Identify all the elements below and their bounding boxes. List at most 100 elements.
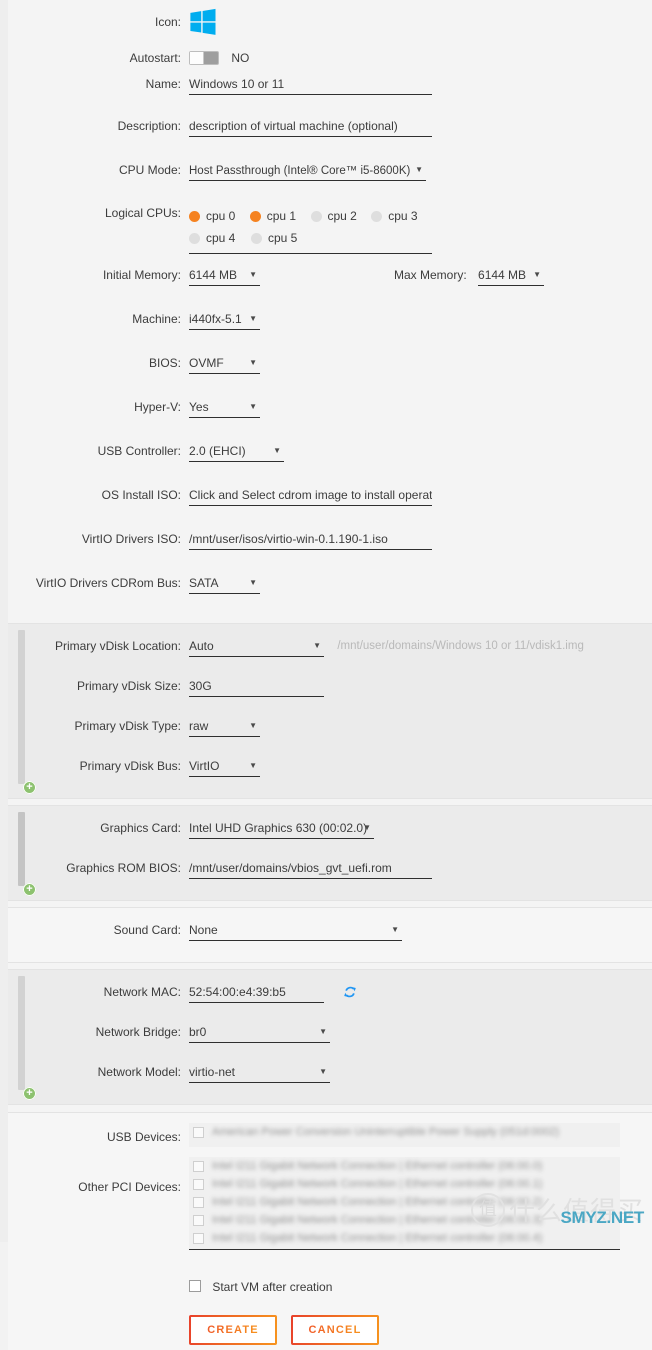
virtio-cdrom-bus-select[interactable]: SATA ▼ xyxy=(189,575,260,594)
vdisk-type-label: Primary vDisk Type: xyxy=(74,719,181,733)
list-item[interactable]: Intel I211 Gigabit Network Connection | … xyxy=(189,1175,620,1193)
cpu-option-5[interactable]: cpu 5 xyxy=(251,231,313,245)
vdisk-size-input[interactable]: 30G xyxy=(189,678,324,697)
graphics-rom-bios-input[interactable]: /mnt/user/domains/vbios_gvt_uefi.rom xyxy=(189,860,432,879)
list-item[interactable]: American Power Conversion Uninterruptibl… xyxy=(189,1123,620,1141)
refresh-icon-svg xyxy=(344,986,357,998)
vdisk-type-select[interactable]: raw ▼ xyxy=(189,718,260,737)
row-virtio-iso: VirtIO Drivers ISO: /mnt/user/isos/virti… xyxy=(8,527,652,571)
button-bar: CREATE CANCEL xyxy=(189,1315,652,1345)
cpu-label: cpu 1 xyxy=(266,209,297,223)
radio-icon xyxy=(251,232,262,244)
virtio-cdrom-bus-value: SATA xyxy=(189,576,219,590)
row-bios: BIOS: OVMF ▼ xyxy=(8,351,652,395)
sound-card-label: Sound Card: xyxy=(113,923,181,937)
pci-device-text: Intel I211 Gigabit Network Connection | … xyxy=(212,1232,543,1244)
description-field: description of virtual machine (optional… xyxy=(189,118,652,137)
chevron-down-icon: ▼ xyxy=(391,925,399,934)
other-pci-devices-listbox[interactable]: Intel I211 Gigabit Network Connection | … xyxy=(189,1157,620,1249)
vdisk-bus-label: Primary vDisk Bus: xyxy=(79,759,181,773)
network-model-select[interactable]: virtio-net ▼ xyxy=(189,1064,330,1083)
other-pci-devices-label: Other PCI Devices: xyxy=(78,1180,181,1194)
icon-label: Icon: xyxy=(154,15,181,29)
sound-panel: Sound Card: None ▼ xyxy=(8,907,652,963)
other-pci-devices-panel: Other PCI Devices: Intel I211 Gigabit Ne… xyxy=(8,1151,652,1250)
autostart-state: NO xyxy=(231,51,250,66)
description-input[interactable]: description of virtual machine (optional… xyxy=(189,118,432,137)
vdisk-location-value: Auto xyxy=(189,639,214,653)
usb-controller-label: USB Controller: xyxy=(97,444,181,458)
list-item[interactable]: Intel I211 Gigabit Network Connection | … xyxy=(189,1229,620,1247)
machine-select[interactable]: i440fx-5.1 ▼ xyxy=(189,311,260,330)
vdisk-bus-select[interactable]: VirtIO ▼ xyxy=(189,758,260,777)
row-graphics-rom-bios: Graphics ROM BIOS: /mnt/user/domains/vbi… xyxy=(8,860,652,888)
bios-field: OVMF ▼ xyxy=(189,355,652,374)
max-memory-select[interactable]: 6144 MB ▼ xyxy=(478,267,545,286)
usb-devices-panel: USB Devices: American Power Conversion U… xyxy=(8,1112,652,1151)
pci-device-text: Intel I211 Gigabit Network Connection | … xyxy=(212,1214,543,1226)
virtio-iso-label: VirtIO Drivers ISO: xyxy=(81,532,181,546)
windows-logo-icon[interactable] xyxy=(189,8,652,36)
hyperv-select[interactable]: Yes ▼ xyxy=(189,399,260,418)
autostart-label: Autostart: xyxy=(129,51,181,65)
row-cpu-mode: CPU Mode: Host Passthrough (Intel® Core™… xyxy=(8,158,652,202)
start-vm-checkbox[interactable] xyxy=(189,1280,201,1293)
cpu-option-4[interactable]: cpu 4 xyxy=(189,231,251,245)
cpu-option-1[interactable]: cpu 1 xyxy=(249,209,311,223)
checkbox-icon[interactable] xyxy=(193,1126,204,1138)
name-value: Windows 10 or 11 xyxy=(189,77,285,91)
create-button[interactable]: CREATE xyxy=(189,1315,277,1345)
row-vdisk-location: Primary vDisk Location: Auto ▼ /mnt/user… xyxy=(8,638,652,678)
hyperv-label: Hyper-V: xyxy=(134,400,181,414)
cpu-option-2[interactable]: cpu 2 xyxy=(310,209,372,223)
row-start-vm: Start VM after creation xyxy=(8,1272,652,1300)
bios-select[interactable]: OVMF ▼ xyxy=(189,355,260,374)
autostart-toggle[interactable] xyxy=(189,51,219,66)
usb-controller-select[interactable]: 2.0 (EHCI) ▼ xyxy=(189,443,284,462)
os-install-iso-input[interactable]: Click and Select cdrom image to install … xyxy=(189,487,432,506)
cpu-option-0[interactable]: cpu 0 xyxy=(189,209,250,223)
chevron-down-icon: ▼ xyxy=(249,402,257,411)
cancel-button[interactable]: CANCEL xyxy=(291,1315,379,1345)
row-autostart: Autostart: NO xyxy=(8,44,652,72)
graphics-panel: + Graphics Card: Intel UHD Graphics 630 … xyxy=(8,805,652,901)
network-bridge-select[interactable]: br0 ▼ xyxy=(189,1024,330,1043)
cpu-mode-label: CPU Mode: xyxy=(118,163,181,177)
chevron-down-icon: ▼ xyxy=(249,358,257,367)
buttons-field: CREATE CANCEL xyxy=(189,1315,652,1345)
name-input[interactable]: Windows 10 or 11 xyxy=(189,76,432,95)
sound-card-select[interactable]: None ▼ xyxy=(189,922,402,941)
machine-value: i440fx-5.1 xyxy=(189,312,242,326)
checkbox-icon[interactable] xyxy=(193,1178,204,1190)
list-item[interactable]: Intel I211 Gigabit Network Connection | … xyxy=(189,1211,620,1229)
checkbox-icon[interactable] xyxy=(193,1196,204,1208)
radio-icon xyxy=(371,210,383,222)
chevron-down-icon: ▼ xyxy=(249,761,257,770)
chevron-down-icon: ▼ xyxy=(249,721,257,730)
virtio-iso-field: /mnt/user/isos/virtio-win-0.1.190-1.iso xyxy=(189,531,652,550)
list-item[interactable]: Intel I211 Gigabit Network Connection | … xyxy=(189,1193,620,1211)
vdisk-location-label: Primary vDisk Location: xyxy=(54,639,181,653)
list-item[interactable]: Intel I211 Gigabit Network Connection | … xyxy=(189,1157,620,1175)
cpu-option-3[interactable]: cpu 3 xyxy=(371,209,432,223)
virtio-cdrom-bus-field: SATA ▼ xyxy=(189,575,652,594)
initial-memory-select[interactable]: 6144 MB ▼ xyxy=(189,267,260,286)
other-pci-devices-field: Intel I211 Gigabit Network Connection | … xyxy=(189,1157,652,1250)
radio-icon xyxy=(189,210,200,222)
vm-create-form-page: Icon: Autostart: NO Name: Windows 10 or … xyxy=(0,0,652,1350)
checkbox-icon[interactable] xyxy=(193,1214,204,1226)
row-usb-controller: USB Controller: 2.0 (EHCI) ▼ xyxy=(8,439,652,483)
network-mac-input[interactable]: 52:54:00:e4:39:b5 xyxy=(189,984,324,1003)
graphics-card-select[interactable]: Intel UHD Graphics 630 (00:02.0) ▼ xyxy=(189,820,374,839)
refresh-icon[interactable] xyxy=(343,985,357,999)
cpu-mode-select[interactable]: Host Passthrough (Intel® Core™ i5-8600K)… xyxy=(189,162,426,181)
usb-devices-listbox[interactable]: American Power Conversion Uninterruptibl… xyxy=(189,1123,620,1147)
machine-label: Machine: xyxy=(132,312,181,326)
virtio-iso-input[interactable]: /mnt/user/isos/virtio-win-0.1.190-1.iso xyxy=(189,531,432,550)
checkbox-icon[interactable] xyxy=(193,1160,204,1172)
chevron-down-icon: ▼ xyxy=(313,641,321,650)
graphics-rom-bios-label: Graphics ROM BIOS: xyxy=(66,861,181,875)
row-action-buttons: CREATE CANCEL xyxy=(8,1310,652,1350)
vdisk-location-select[interactable]: Auto ▼ xyxy=(189,638,324,657)
chevron-down-icon: ▼ xyxy=(533,270,542,279)
